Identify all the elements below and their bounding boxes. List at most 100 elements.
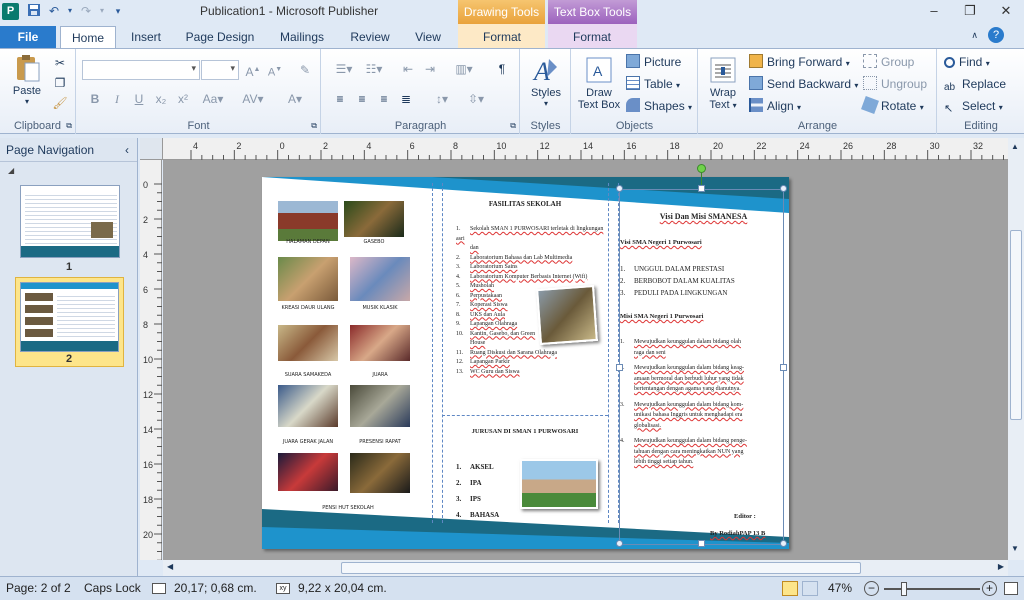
- photo-juara-gerak-jalan[interactable]: [278, 385, 338, 427]
- photo-pensi-2[interactable]: [350, 453, 410, 493]
- justify-icon[interactable]: ≣: [396, 89, 416, 109]
- two-page-view-icon[interactable]: [802, 581, 818, 596]
- photo-fasilitas[interactable]: [536, 285, 598, 345]
- publication-page[interactable]: HALAMAN DEPAN GASEBO KREASI DAUR ULANG M…: [262, 177, 789, 549]
- object-position[interactable]: 20,17; 0,68 cm.: [174, 581, 257, 595]
- bold-icon[interactable]: B: [85, 89, 105, 109]
- scrollbar-thumb[interactable]: [341, 562, 861, 574]
- vertical-ruler[interactable]: 0 2 4 6 8 10 12 14 16 18 20: [140, 160, 162, 561]
- resize-handle-bottom[interactable]: [698, 540, 705, 547]
- superscript-icon[interactable]: x²: [173, 89, 193, 109]
- font-name-box[interactable]: ▾: [82, 60, 200, 80]
- minimize-ribbon-icon[interactable]: ∧: [971, 30, 978, 41]
- picture-button[interactable]: Picture: [626, 52, 681, 72]
- publisher-app-icon[interactable]: P: [2, 3, 19, 20]
- resize-handle-tr[interactable]: [780, 185, 787, 192]
- paste-button[interactable]: Paste ▾: [6, 53, 48, 106]
- zoom-in-icon[interactable]: +: [982, 581, 997, 596]
- select-button[interactable]: ↖ Select ▾: [944, 96, 1003, 116]
- character-spacing-icon[interactable]: AV▾: [239, 89, 267, 109]
- change-case-icon[interactable]: Aa▾: [199, 89, 227, 109]
- increase-indent-icon[interactable]: ⇥: [420, 59, 440, 79]
- line-spacing-icon[interactable]: ↕▾: [428, 89, 456, 109]
- page-thumbnail-2-selected[interactable]: 2: [15, 277, 124, 367]
- help-icon[interactable]: ?: [988, 27, 1004, 43]
- tab-page-design[interactable]: Page Design: [180, 26, 260, 48]
- group-button[interactable]: Group: [863, 52, 914, 72]
- horizontal-ruler[interactable]: 4 2 0 2 4 6 8 10 12 14 16 18 20 22 24 26 28 30 32: [163, 138, 1008, 160]
- object-size[interactable]: 9,22 x 20,04 cm.: [298, 581, 387, 595]
- numbering-icon[interactable]: ☷▾: [360, 59, 388, 79]
- save-icon[interactable]: [26, 3, 42, 19]
- font-color-icon[interactable]: A▾: [281, 89, 309, 109]
- tab-mailings[interactable]: Mailings: [270, 26, 334, 48]
- resize-handle-bl[interactable]: [616, 540, 623, 547]
- font-size-box[interactable]: ▾: [201, 60, 239, 80]
- send-backward-button[interactable]: Send Backward ▾: [749, 74, 858, 94]
- format-painter-icon[interactable]: 🖌: [50, 93, 70, 113]
- subscript-icon[interactable]: x₂: [151, 89, 171, 109]
- undo-icon[interactable]: ↶: [46, 3, 62, 19]
- dropdown-arrow-icon[interactable]: ▾: [66, 3, 74, 19]
- scroll-left-icon[interactable]: ◀: [167, 562, 173, 571]
- italic-icon[interactable]: I: [107, 89, 127, 109]
- zoom-level[interactable]: 47%: [828, 581, 852, 595]
- page-thumbnail-1[interactable]: [20, 185, 120, 258]
- photo-juara[interactable]: [350, 325, 410, 361]
- vertical-scrollbar[interactable]: ▲ ▼: [1008, 138, 1024, 560]
- tab-format-drawing[interactable]: Format: [472, 26, 532, 48]
- paragraph-spacing-icon[interactable]: ⇳▾: [462, 89, 490, 109]
- tab-home[interactable]: Home: [60, 26, 116, 48]
- table-button[interactable]: Table ▾: [626, 74, 680, 94]
- zoom-slider[interactable]: [884, 582, 980, 596]
- photo-jurusan[interactable]: [520, 459, 598, 509]
- single-page-view-icon[interactable]: [782, 581, 798, 596]
- resize-handle-tl[interactable]: [616, 185, 623, 192]
- expand-section-icon[interactable]: ◢: [8, 166, 14, 175]
- photo-musik-klasik[interactable]: [350, 257, 410, 301]
- restore-icon[interactable]: ❐: [952, 0, 988, 22]
- clear-formatting-icon[interactable]: ✎: [295, 60, 315, 80]
- bring-forward-button[interactable]: Bring Forward ▾: [749, 52, 850, 72]
- scrollbar-thumb[interactable]: [1010, 230, 1022, 420]
- scroll-down-icon[interactable]: ▼: [1011, 544, 1019, 553]
- page-indicator[interactable]: Page: 2 of 2: [6, 581, 71, 595]
- dialog-launcher-icon[interactable]: ⧉: [66, 121, 72, 131]
- collapse-pane-icon[interactable]: ‹: [125, 138, 129, 162]
- dialog-launcher-icon[interactable]: ⧉: [311, 121, 317, 131]
- replace-button[interactable]: ab Replace: [944, 74, 1006, 94]
- rotation-handle[interactable]: [697, 164, 706, 173]
- show-paragraph-marks-icon[interactable]: ¶: [492, 59, 512, 79]
- horizontal-scrollbar[interactable]: ◀ ▶: [163, 560, 1008, 576]
- scroll-up-icon[interactable]: ▲: [1011, 142, 1019, 151]
- photo-halaman-depan[interactable]: [278, 201, 338, 241]
- photo-gasebo[interactable]: [344, 201, 404, 237]
- find-button[interactable]: Find ▾: [944, 52, 990, 72]
- selected-text-box-frame[interactable]: [619, 189, 784, 545]
- columns-icon[interactable]: ▥▾: [450, 59, 478, 79]
- fit-page-icon[interactable]: [1004, 582, 1018, 595]
- cut-icon[interactable]: ✂: [50, 53, 70, 73]
- tab-file[interactable]: File: [0, 26, 56, 48]
- tab-insert[interactable]: Insert: [122, 26, 170, 48]
- scroll-right-icon[interactable]: ▶: [998, 562, 1004, 571]
- redo-icon[interactable]: ↷: [78, 3, 94, 19]
- tab-format-textbox[interactable]: Format: [562, 26, 622, 48]
- resize-handle-br[interactable]: [780, 540, 787, 547]
- photo-presensi-rapat[interactable]: [350, 385, 410, 427]
- resize-handle-left[interactable]: [616, 364, 623, 371]
- shapes-button[interactable]: Shapes ▾: [626, 96, 692, 116]
- styles-button[interactable]: A Styles ▾: [525, 55, 567, 108]
- align-right-icon[interactable]: ≡: [374, 89, 394, 109]
- resize-handle-top[interactable]: [698, 185, 705, 192]
- ungroup-button[interactable]: Ungroup: [863, 74, 927, 94]
- tab-view[interactable]: View: [406, 26, 450, 48]
- align-left-icon[interactable]: ≡: [330, 89, 350, 109]
- rotate-button[interactable]: Rotate ▾: [861, 96, 924, 116]
- minimize-icon[interactable]: –: [916, 0, 952, 22]
- customize-qat-icon[interactable]: ▾: [110, 3, 126, 19]
- close-icon[interactable]: ✕: [988, 0, 1024, 22]
- decrease-indent-icon[interactable]: ⇤: [398, 59, 418, 79]
- bullets-icon[interactable]: ☰▾: [330, 59, 358, 79]
- dialog-launcher-icon[interactable]: ⧉: [510, 121, 516, 131]
